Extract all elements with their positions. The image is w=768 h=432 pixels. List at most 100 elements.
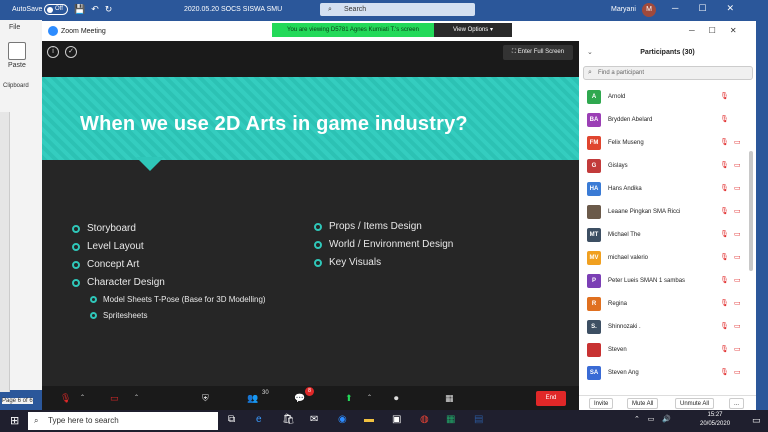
slide-left-list: Storyboard Level Layout Concept Art Char… — [72, 220, 165, 292]
taskbar-clock[interactable]: 15:27 20/05/2020 — [700, 411, 730, 429]
clock-date: 20/05/2020 — [700, 421, 731, 427]
end-meeting-button[interactable]: End — [536, 391, 566, 406]
enter-full-screen-label: Enter Full Screen — [517, 49, 565, 55]
participant-avatar — [587, 343, 601, 357]
participant-row[interactable]: FM Felix Museng 🎙︎ ▭ — [579, 132, 756, 155]
bullet-ring-icon — [314, 223, 322, 231]
zoom-logo-icon — [48, 26, 58, 36]
bullet-ring-icon — [90, 312, 97, 319]
slide-title: When we use 2D Arts in game industry? — [80, 113, 468, 135]
more-button[interactable]: ... — [729, 398, 745, 409]
participants-footer: Invite Mute All Unmute All ... — [579, 395, 756, 410]
file-explorer-icon[interactable]: ▬ — [364, 414, 374, 425]
participant-row[interactable]: A Arnold 🎙︎ — [579, 86, 756, 109]
zoom-taskbar-icon[interactable]: ◉ — [338, 414, 347, 425]
word-search-box[interactable]: ⌕ Search — [320, 3, 475, 16]
muted-mic-icon: 🎙︎ — [720, 208, 729, 215]
word-title-bar: AutoSave Off 💾↶↻ 2020.05.20 SOCS SISWA S… — [0, 0, 768, 20]
participant-name: Brydden Abelard — [608, 117, 653, 123]
word-icon[interactable]: ▤ — [474, 414, 483, 425]
participant-row[interactable]: Leaane Pingkan SMA Ricci 🎙︎ ▭ — [579, 201, 756, 224]
participant-name: Hans Andika — [608, 186, 642, 192]
store-icon[interactable]: 🛍 — [282, 414, 295, 425]
task-view-icon[interactable]: ⧉ — [228, 414, 235, 425]
clipboard-group-label: Clipboard — [3, 83, 29, 89]
participant-row[interactable]: P Peter Lueis SMAN 1 sambas 🎙︎ ▭ — [579, 270, 756, 293]
zoom-window-title: Zoom Meeting — [61, 28, 106, 35]
word-window-controls[interactable]: ─☐✕ — [672, 3, 754, 14]
user-name: Maryani — [611, 6, 636, 13]
video-off-icon: ▭ — [734, 162, 741, 169]
windows-start-icon[interactable]: ⊞ — [10, 414, 19, 427]
system-tray-icons[interactable]: ⌃ ▭ 🔊 — [634, 415, 674, 423]
mute-all-button[interactable]: Mute All — [627, 398, 659, 409]
muted-mic-icon: 🎙︎ — [720, 346, 729, 353]
slide-bullet: Props / Items Design — [314, 218, 453, 236]
participant-row[interactable]: R Regina 🎙︎ ▭ — [579, 293, 756, 316]
participant-row[interactable]: HA Hans Andika 🎙︎ ▭ — [579, 178, 756, 201]
muted-mic-icon: 🎙︎ — [720, 300, 729, 307]
panel-window-controls[interactable]: ─☐✕ — [689, 26, 751, 35]
zoom-window: Zoom Meeting You are viewing D5781 Agnes… — [42, 21, 579, 410]
excel-icon[interactable]: ▦ — [446, 414, 455, 425]
taskbar-search-input[interactable]: ⌕ Type here to search — [28, 412, 218, 430]
paste-button[interactable]: Paste — [8, 62, 26, 69]
audio-options-chevron-icon[interactable]: ⌃ — [80, 390, 85, 406]
invite-button[interactable]: Invite — [589, 398, 614, 409]
mute-mic-icon[interactable]: 🎙︎ — [60, 390, 71, 406]
participant-name: Leaane Pingkan SMA Ricci — [608, 209, 681, 215]
bullet-ring-icon — [72, 261, 80, 269]
unmute-all-button[interactable]: Unmute All — [675, 398, 715, 409]
autosave-label: AutoSave — [12, 6, 43, 13]
slide-bullet: Key Visuals — [314, 254, 453, 272]
participant-row[interactable]: BA Brydden Abelard 🎙︎ — [579, 109, 756, 132]
participants-scrollbar[interactable] — [749, 151, 753, 271]
page-indicator[interactable]: Page 6 of 6 — [2, 398, 33, 404]
video-options-chevron-icon[interactable]: ⌃ — [134, 390, 139, 406]
participant-avatar: S. — [587, 320, 601, 334]
bullet-ring-icon — [72, 243, 80, 251]
zoom-toolbar: 🎙︎ ⌃ ▭ ⌃ ⛨ 👥 30 💬 8 ⬆ ⌃ ⏺ ▦ End — [42, 386, 579, 410]
chrome-icon[interactable]: ◍ — [420, 414, 429, 425]
tab-file[interactable]: File — [9, 24, 20, 31]
autosave-toggle[interactable]: Off — [44, 4, 68, 15]
chat-icon[interactable]: 💬 — [294, 390, 305, 406]
participant-row[interactable]: MV michael valerio 🎙︎ ▭ — [579, 247, 756, 270]
viewing-banner: You are viewing D5781 Agnes Kurniati T.'… — [272, 23, 434, 37]
slide-right-list: Props / Items Design World / Environment… — [314, 218, 453, 272]
bullet-ring-icon — [90, 296, 97, 303]
slide-sub-bullet: Model Sheets T-Pose (Base for 3D Modelli… — [90, 292, 266, 308]
notification-icon[interactable]: ▭ — [752, 415, 761, 426]
edge-browser-icon[interactable]: e — [256, 414, 262, 425]
record-icon[interactable]: ⏺ — [394, 390, 399, 406]
participant-row[interactable]: S. Shinnozaki . 🎙︎ ▭ — [579, 316, 756, 339]
stop-video-icon[interactable]: ▭ — [110, 390, 119, 406]
share-screen-icon[interactable]: ⬆ — [345, 390, 353, 406]
teams-icon[interactable]: ▣ — [392, 414, 401, 425]
info-icon[interactable]: i — [47, 46, 59, 58]
share-options-chevron-icon[interactable]: ⌃ — [367, 390, 372, 406]
document-title: 2020.05.20 SOCS SISWA SMU — [184, 6, 283, 13]
shield-icon[interactable]: ✓ — [65, 46, 77, 58]
security-shield-icon[interactable]: ⛨ — [202, 390, 209, 406]
video-off-icon: ▭ — [734, 208, 741, 215]
mail-icon[interactable]: ✉ — [310, 414, 318, 425]
enter-full-screen-button[interactable]: ⛶ Enter Full Screen — [503, 45, 573, 60]
slide-bullet: Concept Art — [72, 256, 165, 274]
apps-grid-icon[interactable]: ▦ — [445, 390, 454, 406]
participant-row[interactable]: SA Steven Ang 🎙︎ ▭ — [579, 362, 756, 385]
find-participant-input[interactable]: ⌕ Find a participant — [583, 66, 753, 80]
search-icon: ⌕ — [588, 69, 592, 76]
participant-row[interactable]: G Gislays 🎙︎ ▭ — [579, 155, 756, 178]
muted-mic-icon: 🎙︎ — [720, 93, 729, 100]
user-avatar[interactable]: M — [642, 3, 656, 17]
quick-access-icons[interactable]: 💾↶↻ — [74, 4, 118, 15]
participant-row[interactable]: MT Michael The 🎙︎ ▭ — [579, 224, 756, 247]
participant-name: Steven Ang — [608, 370, 639, 376]
participant-row[interactable]: Steven 🎙︎ ▭ — [579, 339, 756, 362]
participants-icon[interactable]: 👥 — [247, 390, 258, 406]
windows-taskbar: ⊞ ⌕ Type here to search ⧉ e 🛍 ✉ ◉ ▬ ▣ ◍ … — [0, 410, 768, 432]
paste-icon[interactable] — [8, 42, 26, 60]
view-options-button[interactable]: View Options ▾ — [434, 23, 512, 37]
video-off-icon: ▭ — [734, 323, 741, 330]
